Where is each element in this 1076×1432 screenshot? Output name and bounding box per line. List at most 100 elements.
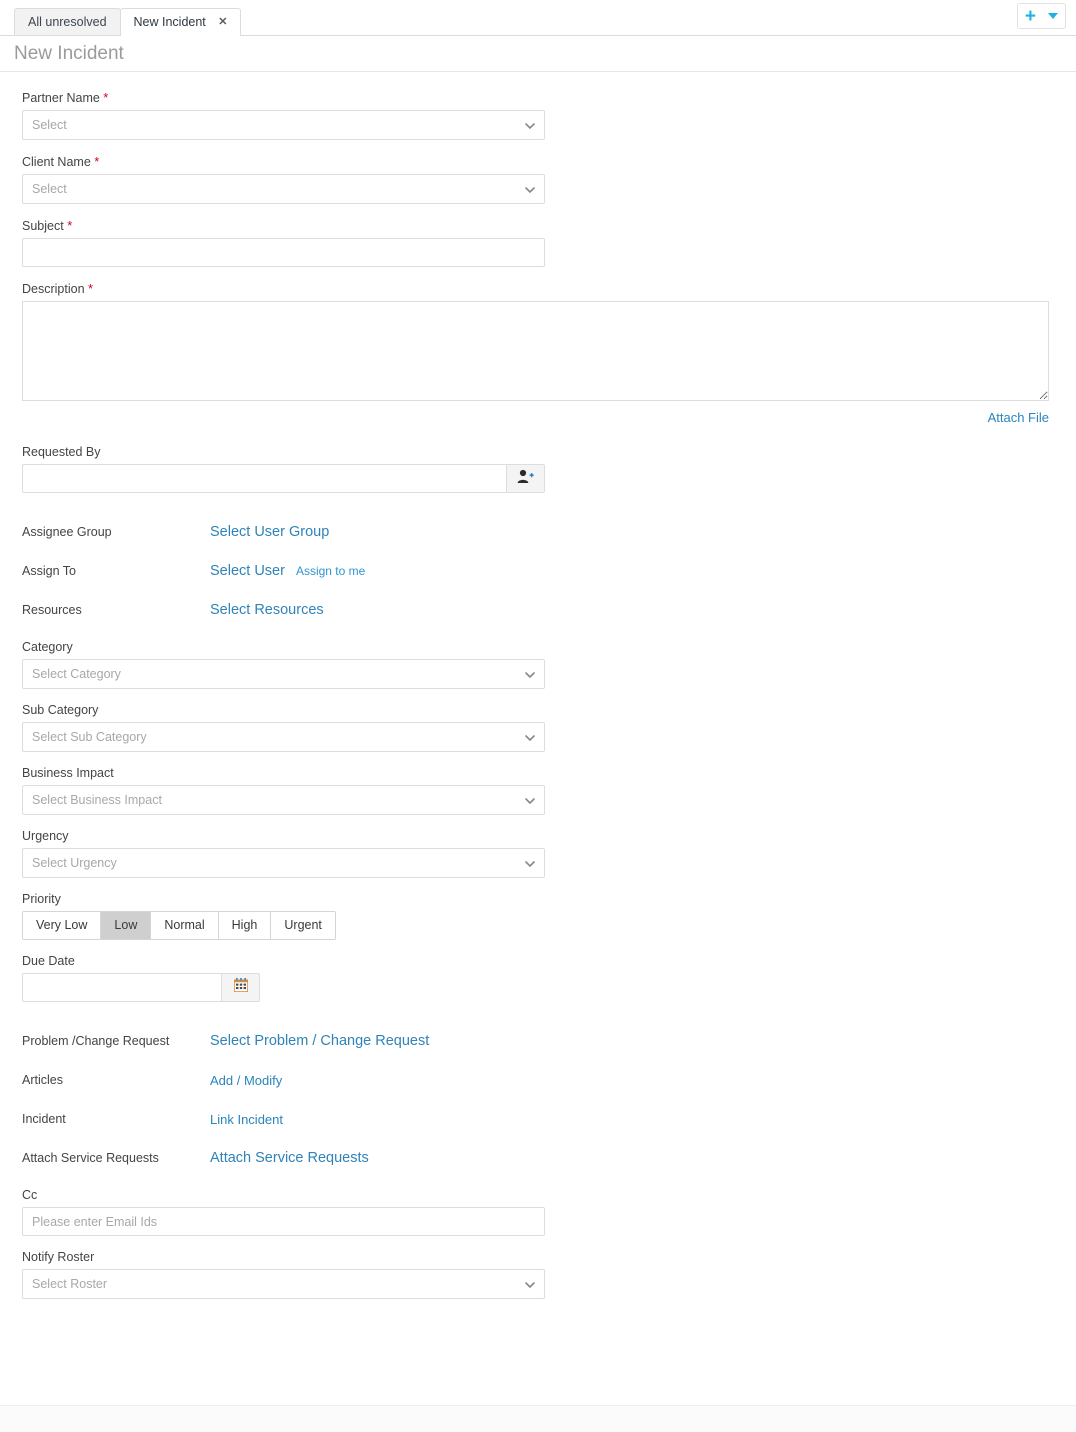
problem-change-request-label: Problem /Change Request	[22, 1034, 170, 1048]
category-select[interactable]	[22, 659, 545, 689]
required-asterisk: *	[88, 281, 94, 296]
sub-category-label: Sub Category	[22, 703, 99, 717]
priority-label: Priority	[22, 892, 61, 906]
page-title: New Incident	[0, 36, 1076, 72]
new-incident-form: Partner Name * Client Name * Subject *	[0, 72, 1076, 1299]
assign-to-label: Assign To	[22, 564, 76, 578]
field-due-date: Due Date	[22, 954, 1076, 1002]
priority-segmented-control: Very Low Low Normal High Urgent	[22, 911, 336, 940]
priority-option-high[interactable]: High	[218, 912, 272, 939]
field-requested-by: Requested By	[22, 445, 1076, 493]
attach-file-row: Attach File	[22, 409, 1049, 427]
partner-name-select[interactable]	[22, 110, 545, 140]
attach-file-link[interactable]: Attach File	[988, 410, 1049, 425]
field-urgency: Urgency	[22, 829, 1076, 878]
label-text: Partner Name	[22, 91, 100, 105]
tab-all-unresolved[interactable]: All unresolved	[14, 8, 121, 35]
category-select-wrap[interactable]	[22, 659, 545, 689]
select-resources-link[interactable]: Select Resources	[210, 602, 324, 618]
sub-category-select-wrap[interactable]	[22, 722, 545, 752]
cc-input[interactable]	[22, 1207, 545, 1236]
tab-label: All unresolved	[28, 15, 107, 29]
tab-label: New Incident	[133, 15, 206, 29]
select-user-link[interactable]: Select User	[210, 563, 285, 579]
field-description: Description * Attach File	[22, 281, 1076, 427]
tab-actions: +	[1016, 3, 1066, 29]
label-text: Client Name	[22, 155, 91, 169]
calendar-button[interactable]	[221, 973, 260, 1002]
required-asterisk: *	[67, 218, 73, 233]
add-user-icon	[517, 469, 534, 489]
priority-option-urgent[interactable]: Urgent	[271, 912, 335, 939]
partner-name-label: Partner Name *	[22, 90, 1076, 105]
business-impact-select[interactable]	[22, 785, 545, 815]
row-attach-service-requests: Attach Service Requests Attach Service R…	[22, 1141, 1076, 1175]
urgency-label: Urgency	[22, 829, 69, 843]
row-problem-change-request: Problem /Change Request Select Problem /…	[22, 1024, 1076, 1058]
articles-label: Articles	[22, 1073, 63, 1087]
notify-roster-select-wrap[interactable]	[22, 1269, 545, 1299]
requested-by-label: Requested By	[22, 445, 101, 459]
field-client-name: Client Name *	[22, 154, 1076, 204]
assignee-group-label: Assignee Group	[22, 525, 112, 539]
row-articles: Articles Add / Modify	[22, 1063, 1076, 1097]
requested-by-group	[22, 464, 1076, 493]
calendar-icon	[233, 977, 249, 998]
due-date-group	[22, 973, 1076, 1002]
field-category: Category	[22, 640, 1076, 689]
subject-input[interactable]	[22, 238, 545, 267]
description-textarea[interactable]	[22, 301, 1049, 401]
tab-bar: All unresolved New Incident ✕ +	[0, 0, 1076, 36]
client-name-label: Client Name *	[22, 154, 1076, 169]
row-assignee-group: Assignee Group Select User Group	[22, 515, 1076, 549]
cc-label: Cc	[22, 1188, 38, 1202]
description-label: Description *	[22, 281, 1076, 296]
priority-option-low[interactable]: Low	[101, 912, 152, 939]
due-date-input[interactable]	[22, 973, 221, 1002]
attach-service-requests-link[interactable]: Attach Service Requests	[210, 1150, 369, 1166]
sub-category-select[interactable]	[22, 722, 545, 752]
tab-new-incident[interactable]: New Incident ✕	[119, 8, 242, 36]
row-assign-to: Assign To Select User Assign to me	[22, 554, 1076, 588]
assign-to-me-link[interactable]: Assign to me	[296, 564, 365, 578]
select-problem-change-request-link[interactable]: Select Problem / Change Request	[210, 1033, 429, 1049]
subject-label: Subject *	[22, 218, 1076, 233]
priority-option-normal[interactable]: Normal	[151, 912, 219, 939]
incident-label: Incident	[22, 1112, 66, 1126]
field-partner-name: Partner Name *	[22, 90, 1076, 140]
field-sub-category: Sub Category	[22, 703, 1076, 752]
urgency-select[interactable]	[22, 848, 545, 878]
chevron-down-icon[interactable]	[1048, 13, 1058, 19]
link-incident-link[interactable]: Link Incident	[210, 1112, 283, 1127]
field-priority: Priority Very Low Low Normal High Urgent	[22, 892, 1076, 940]
urgency-select-wrap[interactable]	[22, 848, 545, 878]
add-modify-link[interactable]: Add / Modify	[210, 1073, 282, 1088]
field-notify-roster: Notify Roster	[22, 1250, 1076, 1299]
add-user-button[interactable]	[506, 464, 545, 493]
due-date-label: Due Date	[22, 954, 75, 968]
partner-name-select-wrap[interactable]	[22, 110, 545, 140]
field-business-impact: Business Impact	[22, 766, 1076, 815]
label-text: Subject	[22, 219, 64, 233]
field-subject: Subject *	[22, 218, 1076, 267]
notify-roster-label: Notify Roster	[22, 1250, 95, 1264]
attach-service-requests-label: Attach Service Requests	[22, 1151, 159, 1165]
row-resources: Resources Select Resources	[22, 593, 1076, 627]
required-asterisk: *	[103, 90, 109, 105]
business-impact-select-wrap[interactable]	[22, 785, 545, 815]
category-label: Category	[22, 640, 73, 654]
select-user-group-link[interactable]: Select User Group	[210, 524, 329, 540]
label-text: Description	[22, 282, 85, 296]
client-name-select[interactable]	[22, 174, 545, 204]
notify-roster-select[interactable]	[22, 1269, 545, 1299]
business-impact-label: Business Impact	[22, 766, 114, 780]
requested-by-input[interactable]	[22, 464, 506, 493]
priority-option-very-low[interactable]: Very Low	[23, 912, 102, 939]
add-tab-icon[interactable]: +	[1025, 7, 1036, 26]
close-icon[interactable]: ✕	[218, 9, 227, 36]
footer-bar	[0, 1405, 1076, 1432]
required-asterisk: *	[94, 154, 100, 169]
resources-label: Resources	[22, 603, 82, 617]
client-name-select-wrap[interactable]	[22, 174, 545, 204]
row-incident: Incident Link Incident	[22, 1102, 1076, 1136]
